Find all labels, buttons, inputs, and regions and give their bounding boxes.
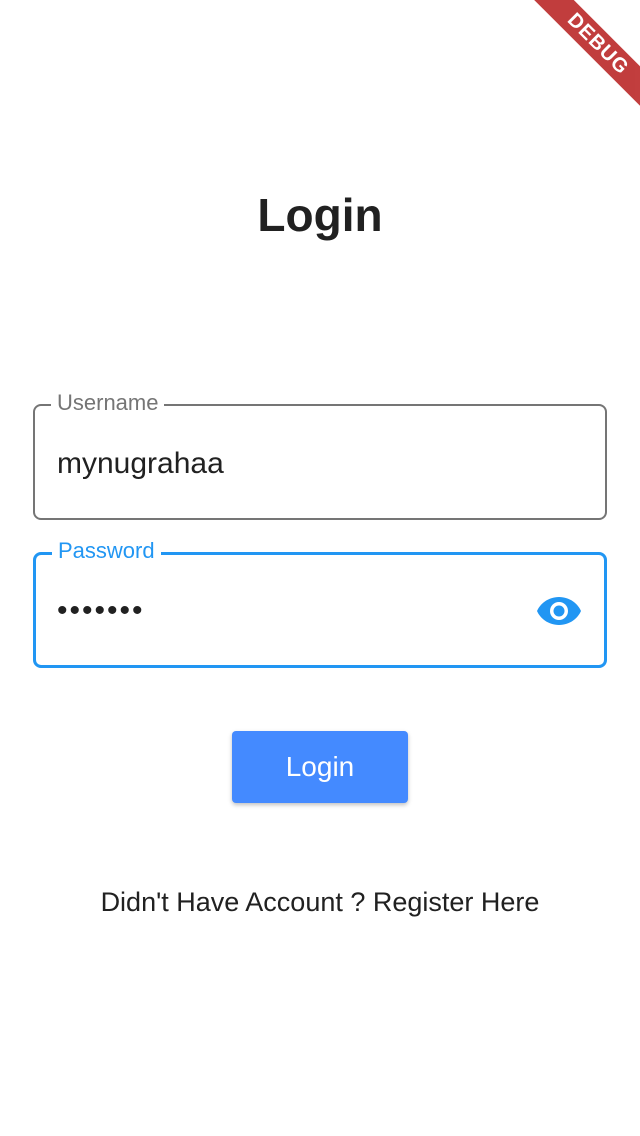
- register-link[interactable]: Didn't Have Account ? Register Here: [0, 884, 640, 920]
- eye-icon: [537, 597, 581, 625]
- username-input[interactable]: mynugrahaa: [57, 444, 224, 484]
- password-label: Password: [52, 537, 161, 565]
- username-label: Username: [51, 389, 165, 417]
- password-visibility-toggle[interactable]: [536, 591, 582, 631]
- debug-ribbon: DEBUG: [531, 0, 640, 111]
- page-title: Login: [257, 189, 383, 241]
- login-screen: DEBUG Login Username mynugrahaa Password…: [0, 0, 640, 1136]
- debug-banner: DEBUG: [520, 0, 640, 120]
- login-button[interactable]: Login: [232, 731, 408, 803]
- password-field[interactable]: Password •••••••: [33, 537, 607, 668]
- username-field[interactable]: Username mynugrahaa: [33, 389, 607, 520]
- password-input[interactable]: •••••••: [57, 591, 145, 631]
- debug-label: DEBUG: [562, 8, 634, 80]
